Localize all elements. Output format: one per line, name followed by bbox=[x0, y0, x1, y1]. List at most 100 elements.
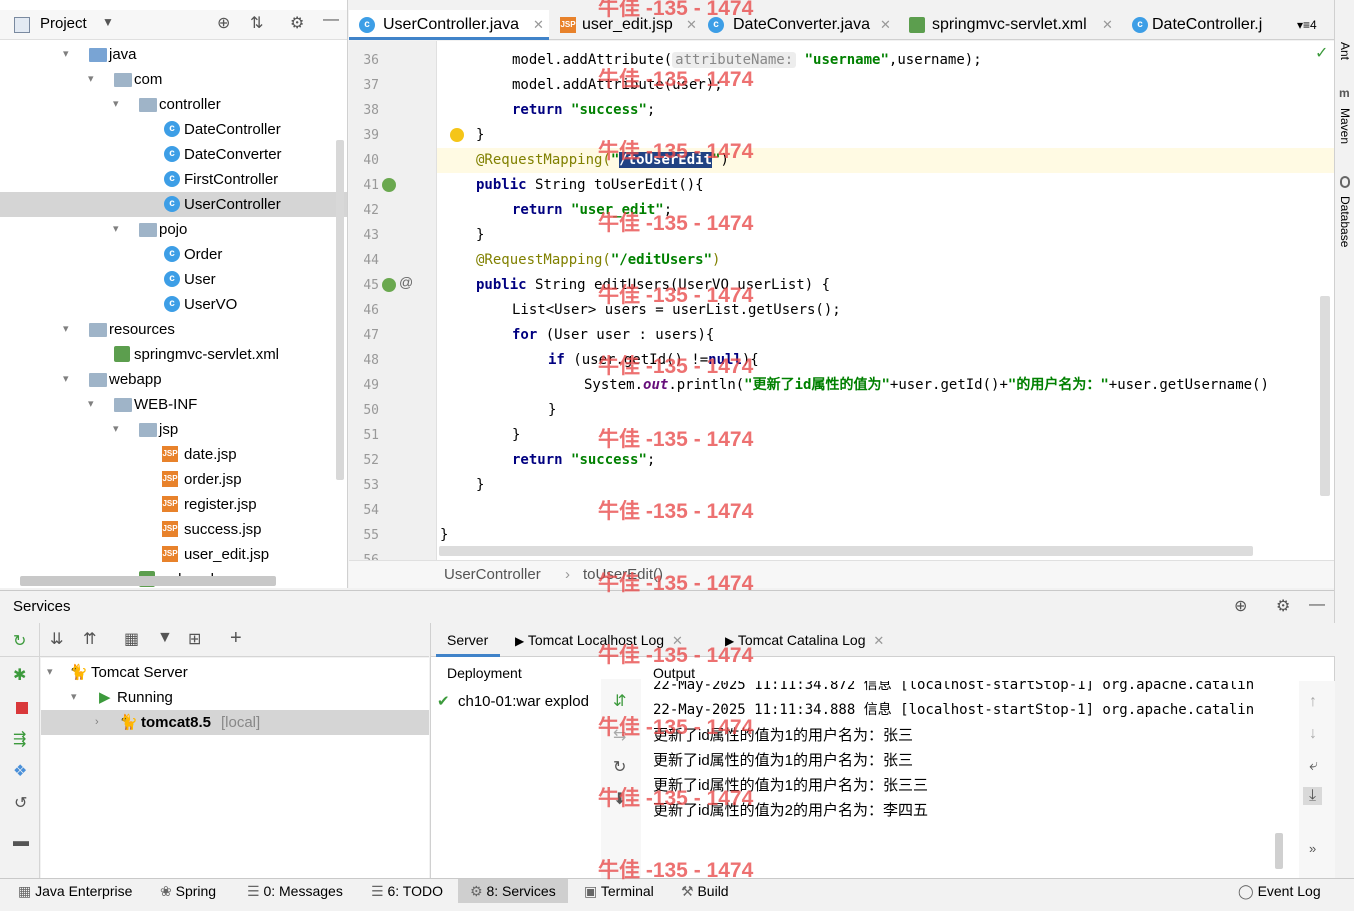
new-tab-icon[interactable]: ⊞ bbox=[188, 629, 201, 649]
project-tree-item[interactable]: JSP date.jsp bbox=[0, 442, 347, 467]
project-tree-item[interactable]: springmvc-servlet.xml bbox=[0, 342, 347, 367]
arrow-down-icon[interactable]: ↓ bbox=[1309, 725, 1317, 743]
console-scrollbar[interactable] bbox=[1275, 833, 1283, 869]
chevron-down-icon[interactable]: ▼ bbox=[102, 15, 114, 29]
vertical-scrollbar[interactable] bbox=[336, 140, 344, 480]
project-tree-item[interactable]: ▾ resources bbox=[0, 317, 347, 342]
close-icon[interactable]: ✕ bbox=[533, 10, 544, 40]
more-icon[interactable]: » bbox=[1309, 841, 1316, 856]
project-tree-item[interactable]: c Order bbox=[0, 242, 347, 267]
tab-tomcat-catalina-log[interactable]: ▶ Tomcat Catalina Log ✕ bbox=[725, 623, 905, 657]
tab-user-edit-jsp[interactable]: JSP user_edit.jsp ✕ bbox=[554, 10, 698, 40]
tab-datecontroller[interactable]: c DateController.j bbox=[1128, 10, 1278, 40]
artifact-icon[interactable]: ❖ bbox=[13, 761, 27, 781]
chevron-down-icon[interactable]: ▾ bbox=[88, 73, 100, 85]
crosshair-icon[interactable]: ⊕ bbox=[1234, 591, 1247, 623]
project-tree-item[interactable]: ▾ webapp bbox=[0, 367, 347, 392]
project-tree-item[interactable]: JSP success.jsp bbox=[0, 517, 347, 542]
tree-node-tomcat85[interactable]: › 🐈 tomcat8.5 [local] bbox=[41, 710, 429, 735]
project-tree-item[interactable]: ▾ com bbox=[0, 67, 347, 92]
chevron-down-icon[interactable]: ▾ bbox=[47, 666, 59, 678]
tab-overflow[interactable]: ▾≡4 bbox=[1297, 10, 1331, 40]
code-editor[interactable]: 36 37 38 39 40 41 42 43 44 45 46 47 48 49 50 51 52 53 54 55… bbox=[349, 41, 1334, 568]
inspection-ok-icon[interactable]: ✓ bbox=[1315, 43, 1328, 63]
spring-button[interactable]: ❀ Spring bbox=[160, 879, 216, 903]
output-console[interactable]: 22-May-2025 11:11:34.872 信息 [localhost-s… bbox=[641, 681, 1301, 879]
build-button[interactable]: ⚒ Build bbox=[681, 879, 729, 903]
project-tree-item[interactable]: c User bbox=[0, 267, 347, 292]
at-icon[interactable]: @ bbox=[399, 274, 413, 290]
expand-all-icon[interactable]: ⇊ bbox=[50, 629, 63, 649]
tree-node-tomcat-server[interactable]: ▾ 🐈 Tomcat Server bbox=[41, 660, 429, 685]
tree-node-running[interactable]: ▾ ▶ Running bbox=[41, 685, 429, 710]
breadcrumb-method[interactable]: toUserEdit() bbox=[583, 561, 663, 589]
project-tree-item[interactable]: c FirstController bbox=[0, 167, 347, 192]
close-icon[interactable]: ✕ bbox=[672, 633, 683, 648]
refresh-icon[interactable]: ↻ bbox=[613, 757, 626, 777]
group-icon[interactable]: ▦ bbox=[124, 629, 139, 649]
project-tree-item[interactable]: c DateConverter bbox=[0, 142, 347, 167]
project-tree-item[interactable]: JSP order.jsp bbox=[0, 467, 347, 492]
undeploy-icon[interactable]: ⇆ bbox=[613, 725, 626, 745]
close-icon[interactable]: ✕ bbox=[1102, 10, 1113, 40]
editor-vertical-scrollbar[interactable] bbox=[1320, 296, 1330, 496]
hide-icon[interactable]: — bbox=[323, 11, 339, 29]
collapse-all-icon[interactable]: ⇈ bbox=[83, 629, 96, 649]
chevron-down-icon[interactable]: ▾ bbox=[113, 98, 125, 110]
hide-icon[interactable]: — bbox=[1309, 589, 1325, 621]
layout-icon[interactable]: ▬ bbox=[13, 833, 29, 851]
filter-icon[interactable]: ▼ bbox=[157, 629, 173, 647]
deploy-icon[interactable]: ⇵ bbox=[613, 691, 626, 711]
gear-icon[interactable]: ⚙ bbox=[290, 13, 304, 33]
horizontal-scrollbar[interactable] bbox=[20, 576, 276, 586]
close-icon[interactable]: ✕ bbox=[880, 10, 891, 40]
deployment-item[interactable]: ✔ ch10-01:war explod bbox=[431, 689, 601, 715]
lightbulb-icon[interactable] bbox=[450, 128, 464, 142]
project-tree-item[interactable]: c UserController bbox=[0, 192, 347, 217]
spring-mapping-icon[interactable] bbox=[382, 178, 396, 192]
project-tree-item[interactable]: ▾ java bbox=[0, 42, 347, 67]
project-tree-item[interactable]: ▾ controller bbox=[0, 92, 347, 117]
project-tree-item[interactable]: c UserVO bbox=[0, 292, 347, 317]
terminal-button[interactable]: ▣ Terminal bbox=[584, 879, 654, 903]
chevron-down-icon[interactable]: ▾ bbox=[113, 223, 125, 235]
java-enterprise-button[interactable]: ▦ Java Enterprise bbox=[18, 879, 132, 903]
refresh-icon[interactable]: ↺ bbox=[14, 793, 27, 813]
project-view-icon[interactable] bbox=[14, 17, 30, 33]
tab-dateconverter[interactable]: c DateConverter.java ✕ bbox=[704, 10, 891, 40]
gear-icon[interactable]: ⚙ bbox=[1276, 591, 1290, 623]
soft-wrap-icon[interactable]: ⤶ bbox=[1309, 757, 1318, 775]
database-tool-button[interactable]: Database bbox=[1338, 196, 1352, 247]
ant-tool-button[interactable]: Ant bbox=[1338, 42, 1352, 60]
tab-usercontroller[interactable]: c UserController.java ✕ bbox=[349, 10, 549, 40]
tab-server[interactable]: Server bbox=[436, 623, 500, 657]
project-panel-title[interactable]: Project bbox=[40, 15, 87, 32]
close-icon[interactable]: ✕ bbox=[686, 10, 697, 40]
todo-button[interactable]: ☰ 6: TODO bbox=[371, 879, 443, 903]
add-icon[interactable]: + bbox=[230, 627, 242, 650]
chevron-down-icon[interactable]: ▾ bbox=[63, 48, 75, 60]
tab-springmvc-servlet[interactable]: springmvc-servlet.xml ✕ bbox=[905, 10, 1120, 40]
scroll-to-end-icon[interactable]: ⤓ bbox=[1303, 787, 1323, 805]
chevron-down-icon[interactable]: ▾ bbox=[63, 373, 75, 385]
project-tree-item[interactable]: ▾ jsp bbox=[0, 417, 347, 442]
chevron-down-icon[interactable]: ▾ bbox=[71, 691, 83, 703]
project-tree-item[interactable]: JSP user_edit.jsp bbox=[0, 542, 347, 567]
stop-icon[interactable] bbox=[16, 702, 28, 714]
project-tree-item[interactable]: ▾ WEB-INF bbox=[0, 392, 347, 417]
locate-icon[interactable]: ⊕ bbox=[217, 13, 230, 33]
messages-button[interactable]: ☰ 0: Messages bbox=[247, 879, 343, 903]
chevron-down-icon[interactable]: ▾ bbox=[88, 398, 100, 410]
chevron-down-icon[interactable]: ▾ bbox=[113, 423, 125, 435]
project-tree-item[interactable]: c DateController bbox=[0, 117, 347, 142]
close-icon[interactable]: ✕ bbox=[873, 633, 884, 648]
project-tree-item[interactable]: JSP register.jsp bbox=[0, 492, 347, 517]
chevron-down-icon[interactable]: ▾ bbox=[63, 323, 75, 335]
breadcrumb-class[interactable]: UserController bbox=[444, 561, 541, 589]
project-tree-item[interactable]: ▾ pojo bbox=[0, 217, 347, 242]
debug-icon[interactable]: ✱ bbox=[13, 665, 26, 685]
tab-tomcat-localhost-log[interactable]: ▶ Tomcat Localhost Log ✕ bbox=[515, 623, 705, 657]
services-button[interactable]: ⚙ 8: Services bbox=[458, 879, 568, 903]
chevron-right-icon[interactable]: › bbox=[95, 716, 107, 728]
maven-tool-button[interactable]: Maven bbox=[1338, 108, 1352, 144]
